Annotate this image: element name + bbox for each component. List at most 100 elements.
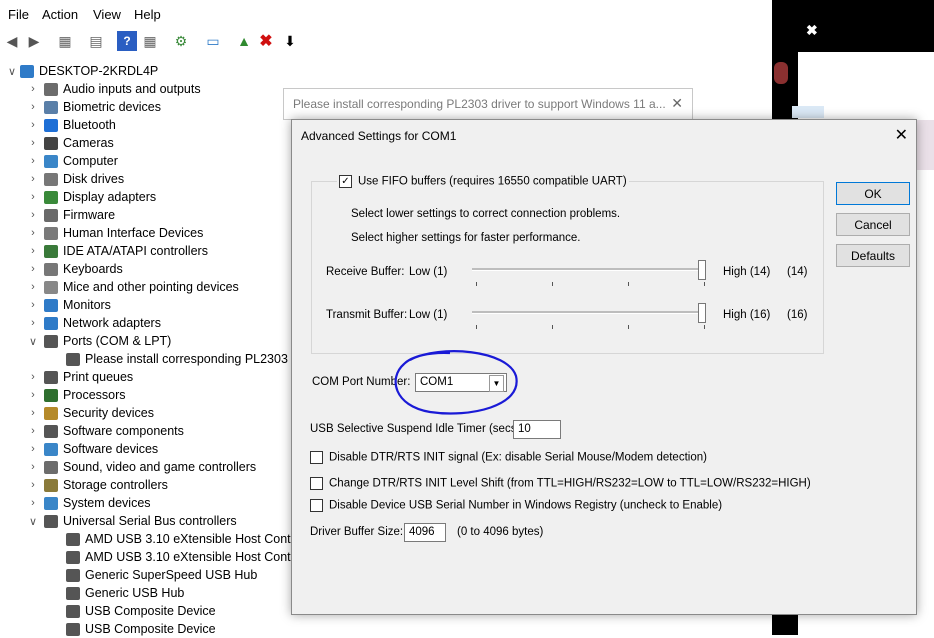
tree-category-item[interactable]: › Disk drives <box>28 170 124 188</box>
slider-tick <box>628 325 629 329</box>
chevron-right-icon[interactable]: › <box>28 407 38 419</box>
scan-hardware-icon[interactable]: ⚙ <box>171 31 191 51</box>
menu-view[interactable]: View <box>93 7 121 22</box>
close-icon[interactable]: ✕ <box>895 125 908 145</box>
update-driver-icon[interactable]: ▲ <box>234 31 254 51</box>
chevron-right-icon[interactable]: › <box>28 191 38 203</box>
device-category-icon <box>44 100 58 114</box>
disable-dtr-init-checkbox[interactable]: Disable DTR/RTS INIT signal (Ex: disable… <box>310 451 707 464</box>
chevron-right-icon[interactable]: › <box>28 461 38 473</box>
cancel-button[interactable]: Cancel <box>836 213 910 236</box>
tree-category-item[interactable]: › Cameras <box>28 134 114 152</box>
chevron-right-icon[interactable]: › <box>28 317 38 329</box>
tree-category-item[interactable]: › Computer <box>28 152 118 170</box>
tree-item-label: System devices <box>63 496 151 510</box>
chevron-down-icon[interactable]: ∨ <box>28 335 38 348</box>
download-icon[interactable]: ⬇ <box>280 31 300 51</box>
tree-category-item[interactable]: › Audio inputs and outputs <box>28 80 200 98</box>
tree-device-item[interactable]: AMD USB 3.10 eXtensible Host Contro <box>66 530 302 548</box>
tree-device-item[interactable]: Please install corresponding PL2303 dr <box>66 350 303 368</box>
tree-category-item[interactable]: › Display adapters <box>28 188 156 206</box>
tree-device-item[interactable]: AMD USB 3.10 eXtensible Host Controll <box>66 548 307 566</box>
tree-category-item[interactable]: › Storage controllers <box>28 476 168 494</box>
slider-tick <box>704 325 705 329</box>
tree-category-item[interactable]: › Processors <box>28 386 125 404</box>
chevron-right-icon[interactable]: › <box>28 155 38 167</box>
buffer-size-label: Driver Buffer Size: <box>310 526 404 538</box>
tree-category-item[interactable]: › Software devices <box>28 440 158 458</box>
defaults-button[interactable]: Defaults <box>836 244 910 267</box>
transmit-buffer-slider[interactable] <box>698 303 706 323</box>
tree-item-label: Security devices <box>63 406 155 420</box>
chevron-right-icon[interactable]: › <box>28 245 38 257</box>
receive-buffer-slider[interactable] <box>698 260 706 280</box>
fifo-checkbox[interactable]: ✓ Use FIFO buffers (requires 16550 compat… <box>337 175 629 188</box>
menu-action[interactable]: Action <box>42 7 78 22</box>
tree-category-item[interactable]: › Monitors <box>28 296 111 314</box>
tree-device-item[interactable]: Generic USB Hub <box>66 584 184 602</box>
tree-category-item[interactable]: › Security devices <box>28 404 154 422</box>
chevron-right-icon[interactable]: › <box>28 209 38 221</box>
tree-category-item[interactable]: › Bluetooth <box>28 116 116 134</box>
chevron-right-icon[interactable]: › <box>28 479 38 491</box>
chevron-right-icon[interactable]: › <box>28 119 38 131</box>
buffer-size-input[interactable]: 4096 <box>404 523 446 542</box>
tree-category-item[interactable]: ∨ Ports (COM & LPT) <box>28 332 171 350</box>
device-category-icon <box>66 568 80 582</box>
back-arrow-icon[interactable]: ◀ <box>2 31 22 51</box>
tree-category-item[interactable]: › Sound, video and game controllers <box>28 458 256 476</box>
uninstall-icon[interactable]: ✖ <box>256 31 276 51</box>
chevron-right-icon[interactable]: › <box>28 443 38 455</box>
tree-category-item[interactable]: › Mice and other pointing devices <box>28 278 239 296</box>
suspend-timer-label: USB Selective Suspend Idle Timer (secs): <box>310 423 524 435</box>
device-category-icon <box>44 406 58 420</box>
tree-category-item[interactable]: › Biometric devices <box>28 98 161 116</box>
tree-device-item[interactable]: USB Composite Device <box>66 620 216 638</box>
chevron-right-icon[interactable]: › <box>28 137 38 149</box>
chevron-right-icon[interactable]: › <box>28 227 38 239</box>
view-icon[interactable]: ▦ <box>140 31 160 51</box>
chevron-right-icon[interactable]: › <box>28 173 38 185</box>
tree-root[interactable]: ∨ DESKTOP-2KRDL4P <box>8 62 158 80</box>
chevron-right-icon[interactable]: › <box>28 299 38 311</box>
chevron-right-icon[interactable]: › <box>28 425 38 437</box>
menu-file[interactable]: File <box>8 7 29 22</box>
chevron-right-icon[interactable]: › <box>28 497 38 509</box>
receive-low-label: Low (1) <box>409 266 448 278</box>
tree-category-item[interactable]: › Software components <box>28 422 184 440</box>
tree-category-item[interactable]: › Network adapters <box>28 314 161 332</box>
ok-button[interactable]: OK <box>836 182 910 205</box>
forward-arrow-icon[interactable]: ▶ <box>24 31 44 51</box>
properties-icon[interactable]: ▦ <box>55 31 75 51</box>
tree-category-item[interactable]: ∨ Universal Serial Bus controllers <box>28 512 237 530</box>
chevron-down-icon[interactable]: ∨ <box>8 65 20 78</box>
close-icon[interactable]: ✕ <box>671 95 683 112</box>
menu-bar: File Action View Help <box>0 0 772 28</box>
tree-category-item[interactable]: › Print queues <box>28 368 133 386</box>
tree-category-item[interactable]: › Human Interface Devices <box>28 224 203 242</box>
tree-device-item[interactable]: USB Composite Device <box>66 602 216 620</box>
list-icon[interactable]: ▤ <box>86 31 106 51</box>
chevron-right-icon[interactable]: › <box>28 281 38 293</box>
tree-category-item[interactable]: › System devices <box>28 494 151 512</box>
tree-category-item[interactable]: › Keyboards <box>28 260 123 278</box>
tree-item-label: IDE ATA/ATAPI controllers <box>63 244 208 258</box>
level-shift-checkbox[interactable]: Change DTR/RTS INIT Level Shift (from TT… <box>310 477 811 490</box>
chevron-right-icon[interactable]: › <box>28 263 38 275</box>
suspend-timer-input[interactable]: 10 <box>513 420 561 439</box>
chevron-down-icon[interactable]: ∨ <box>28 515 38 528</box>
device-category-icon <box>44 424 58 438</box>
device-category-icon <box>44 190 58 204</box>
monitor-icon[interactable]: ▭ <box>203 31 223 51</box>
menu-help[interactable]: Help <box>134 7 161 22</box>
tree-device-item[interactable]: Generic SuperSpeed USB Hub <box>66 566 257 584</box>
chevron-right-icon[interactable]: › <box>28 101 38 113</box>
tree-category-item[interactable]: › Firmware <box>28 206 115 224</box>
chevron-right-icon[interactable]: › <box>28 371 38 383</box>
chevron-right-icon[interactable]: › <box>28 389 38 401</box>
disable-serial-number-checkbox[interactable]: Disable Device USB Serial Number in Wind… <box>310 499 722 512</box>
chevron-right-icon[interactable]: › <box>28 83 38 95</box>
help-icon[interactable]: ? <box>117 31 137 51</box>
close-icon[interactable]: ✖ <box>806 22 818 39</box>
tree-category-item[interactable]: › IDE ATA/ATAPI controllers <box>28 242 208 260</box>
